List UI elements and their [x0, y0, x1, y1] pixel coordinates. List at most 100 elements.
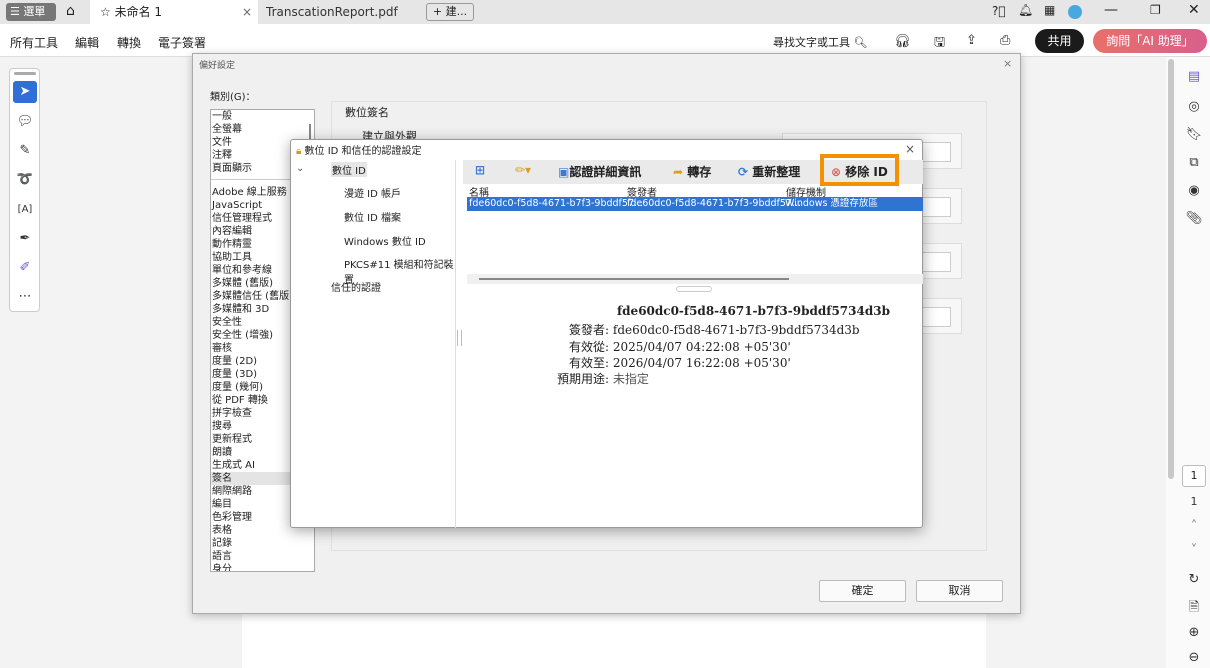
export-button[interactable]: ➦ 轉存 [673, 163, 711, 180]
minimize-icon[interactable]: — [1104, 2, 1118, 18]
help-icon[interactable]: ?⃝ [992, 4, 1006, 18]
layers-icon[interactable]: ◉ [1184, 183, 1204, 198]
menu-convert[interactable]: 轉換 [117, 34, 141, 51]
close-window-icon[interactable]: ✕ [1188, 2, 1200, 18]
cell-storage: Windows 憑證存放區 [785, 198, 878, 209]
scrollbar-thumb[interactable] [479, 278, 789, 280]
button-label: 認證詳細資訊 [569, 165, 642, 179]
new-tab-button[interactable]: + 建... [426, 3, 474, 21]
value: 未指定 [612, 372, 649, 386]
digital-id-dialog: 🔒︎ 數位 ID 和信任的認證設定 × ⌄ 數位 ID 漫遊 ID 帳戶 數位 … [290, 139, 923, 528]
value: 2026/04/07 16:22:08 +05'30' [612, 356, 791, 370]
dialog-title: 數位 ID 和信任的認證設定 [304, 146, 422, 157]
zoom-in-icon[interactable]: ⊕ [1184, 625, 1204, 640]
more-tools-icon[interactable]: ⋯ [13, 286, 37, 308]
tab-report[interactable]: TranscationReport.pdf [266, 0, 398, 24]
usage-row: 預期用途: 未指定 [557, 370, 649, 387]
headphones-icon[interactable]: 🎧︎ [894, 34, 911, 49]
export-arrow-icon: ➦ [673, 165, 688, 179]
highlight-box [820, 154, 899, 186]
page-total: 1 [1190, 495, 1198, 508]
certificate-icon: ▣ [558, 165, 570, 179]
avatar[interactable] [1068, 5, 1082, 19]
upload-icon[interactable]: ⇪ [966, 33, 977, 48]
select-tool-icon[interactable]: ➤ [13, 81, 37, 103]
page-number-input[interactable]: 1 [1182, 465, 1206, 487]
category-item[interactable]: 身分 [211, 563, 314, 571]
menu-esign[interactable]: 電子簽署 [158, 34, 206, 51]
ai-assistant-button[interactable]: 詢問「AI 助理」 [1093, 29, 1207, 53]
value: fde60dc0-f5d8-4671-b7f3-9bddf5734d3b [612, 323, 860, 337]
fit-page-icon[interactable]: 🗎 [1184, 598, 1204, 620]
text-box-tool-icon[interactable]: [A] [13, 199, 37, 221]
highlight-tool-icon[interactable]: ✎ [13, 140, 37, 162]
refresh-button[interactable]: ⟳ 重新整理 [738, 163, 800, 180]
category-item[interactable]: 語言 [211, 550, 314, 563]
attachment-icon[interactable]: 📎︎ [1184, 211, 1204, 226]
tree-digital-id[interactable]: 數位 ID [331, 162, 367, 177]
tree-id-files[interactable]: 數位 ID 檔案 [344, 209, 401, 224]
add-id-icon[interactable]: ⊞ [475, 163, 485, 177]
pane-splitter[interactable] [676, 286, 712, 292]
category-item[interactable]: 全螢幕 [211, 123, 314, 136]
menu-button[interactable]: ☰ 選單 [6, 3, 56, 21]
zoom-out-icon[interactable]: ⊖ [1184, 650, 1204, 665]
splitter-handle[interactable] [457, 330, 462, 346]
close-icon[interactable]: × [905, 142, 915, 156]
category-item[interactable]: 記錄 [211, 537, 314, 550]
draw-tool-icon[interactable]: ➰ [13, 169, 37, 191]
print-icon[interactable]: ⎙ [1000, 33, 1010, 48]
tree-windows-id[interactable]: Windows 數位 ID [344, 233, 426, 248]
label: 有效從: [569, 340, 610, 354]
cancel-button[interactable]: 取消 [916, 580, 1003, 602]
refresh-icon: ⟳ [738, 165, 753, 179]
ai-edit-tool-icon[interactable]: ✐ [13, 257, 37, 279]
horizontal-scrollbar[interactable] [467, 274, 923, 284]
close-tab-icon[interactable]: × [242, 0, 252, 24]
label: 簽發者: [569, 323, 610, 337]
search-label: 尋找文字或工具 [773, 36, 850, 49]
cert-name: fde60dc0-f5d8-4671-b7f3-9bddf5734d3b [617, 304, 890, 318]
sign-tool-icon[interactable]: ✒ [13, 228, 37, 250]
tree-roaming-id[interactable]: 漫遊 ID 帳戶 [344, 185, 401, 200]
tab-bar: ☰ 選單 ⌂ ☆ 未命名 1 × TranscationReport.pdf + … [0, 0, 1210, 24]
chevron-down-icon[interactable]: ⌄ [296, 163, 304, 174]
edit-pen-icon[interactable]: ✏▾ [515, 163, 531, 177]
ok-button[interactable]: 確定 [819, 580, 906, 602]
label: 預期用途: [557, 372, 610, 386]
restore-icon[interactable]: ❐ [1150, 3, 1161, 17]
page-up-icon[interactable]: ˄ [1184, 519, 1204, 534]
section-title: 數位簽名 [345, 106, 389, 119]
bookmark-icon[interactable]: 🔖︎ [1184, 127, 1204, 142]
menu-edit[interactable]: 編輯 [75, 34, 99, 51]
button-label: 轉存 [687, 165, 712, 179]
lock-icon: 🔒︎ [296, 146, 302, 157]
comment-tool-icon[interactable]: 💬︎ [13, 111, 37, 133]
table-row[interactable]: fde60dc0-f5d8-4671-b7f3-9bddf57... fde60… [467, 197, 923, 211]
bell-icon[interactable]: 🔔︎ [1018, 3, 1033, 17]
rotate-icon[interactable]: ↻ [1184, 572, 1204, 587]
tab-untitled[interactable]: ☆ 未命名 1 × [90, 0, 258, 24]
drag-handle[interactable] [14, 72, 36, 75]
save-icon[interactable]: 🖫 [934, 33, 945, 55]
left-toolbar: ➤ 💬︎ ✎ ➰ [A] ✒ ✐ ⋯ [9, 68, 40, 312]
scrollbar[interactable] [1168, 59, 1174, 479]
page-down-icon[interactable]: ˅ [1184, 543, 1204, 558]
valid-to-row: 有效至: 2026/04/07 16:22:08 +05'30' [569, 354, 791, 371]
search-icon[interactable]: 🔍︎ [854, 36, 868, 49]
close-icon[interactable]: × [1003, 57, 1012, 70]
search-tools[interactable]: 尋找文字或工具 🔍︎ [773, 34, 867, 50]
apps-icon[interactable]: ▦ [1044, 3, 1055, 17]
share-button[interactable]: 共用 [1035, 29, 1084, 53]
button-label: 重新整理 [752, 165, 801, 179]
cert-details-button[interactable]: ▣認證詳細資訊 [558, 163, 641, 180]
comments-icon[interactable]: ◎ [1184, 99, 1204, 114]
star-icon[interactable]: ☆ [100, 5, 115, 19]
menu-all-tools[interactable]: 所有工具 [10, 34, 58, 51]
ai-panel-icon[interactable]: ▤ [1184, 69, 1204, 84]
home-icon[interactable]: ⌂ [66, 3, 75, 19]
pages-icon[interactable]: ⧉ [1184, 155, 1204, 170]
cell-issuer: fde60dc0-f5d8-4671-b7f3-9bddf57... [627, 198, 802, 209]
category-item[interactable]: 一般 [211, 110, 314, 123]
tree-trusted-certs[interactable]: 信任的認證 [331, 279, 381, 294]
